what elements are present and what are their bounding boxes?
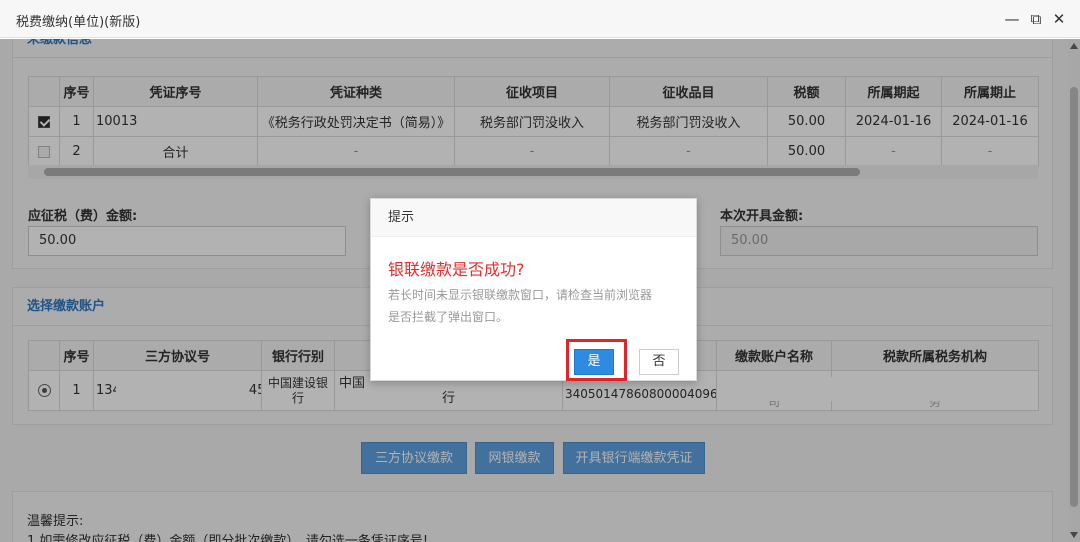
dialog-description-line1: 若长时间未显示银联缴款窗口，请检查当前浏览器 — [388, 288, 653, 302]
highlight-box — [566, 339, 627, 381]
window-titlebar: 税费缴纳(单位)(新版) — ⧉ ✕ — [0, 0, 1080, 38]
dialog-description-line2: 是否拦截了弹出窗口。 — [388, 310, 509, 324]
dialog-question: 银联缴款是否成功? — [388, 260, 525, 279]
window-title: 税费缴纳(单位)(新版) — [16, 15, 141, 30]
restore-icon[interactable]: ⧉ — [1027, 8, 1045, 30]
no-button[interactable]: 否 — [639, 349, 679, 375]
minimize-icon[interactable]: — — [1003, 8, 1021, 30]
confirm-dialog: 提示 银联缴款是否成功? 若长时间未显示银联缴款窗口，请检查当前浏览器 是否拦截… — [370, 198, 697, 381]
dialog-title: 提示 — [371, 199, 696, 237]
close-icon[interactable]: ✕ — [1050, 8, 1068, 30]
